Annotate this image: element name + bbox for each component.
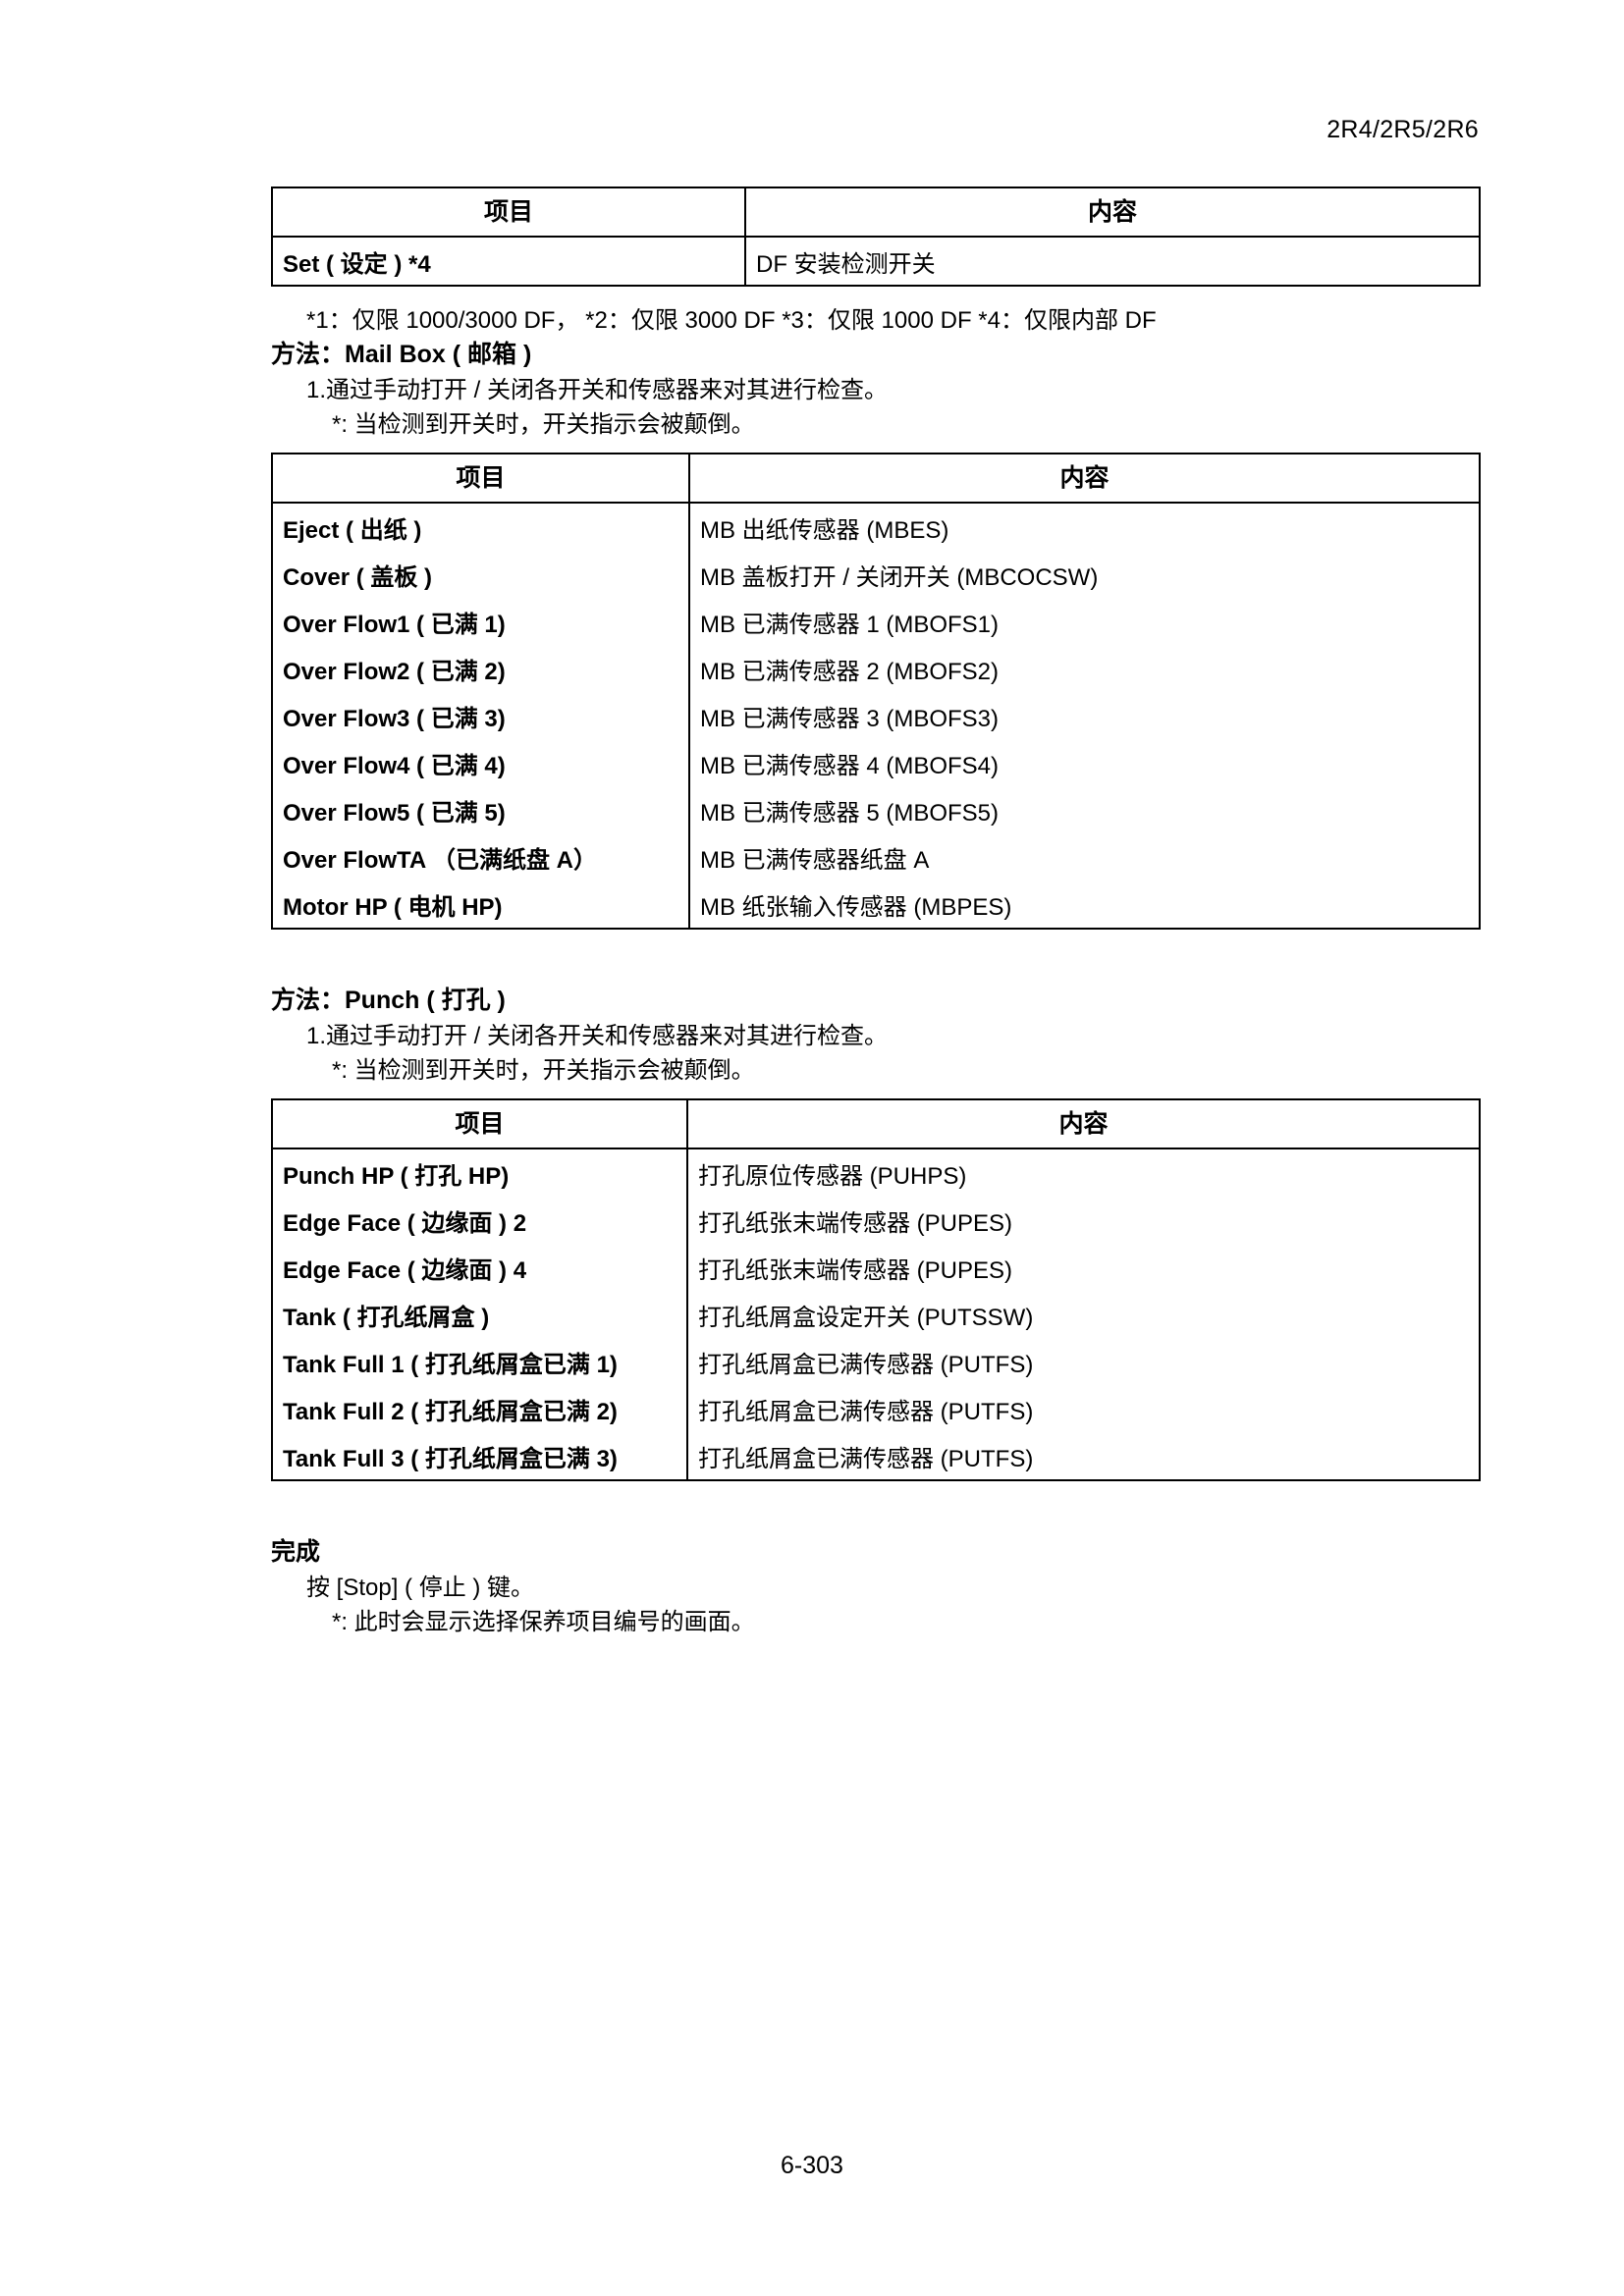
column-header-content: 内容: [686, 1099, 1480, 1149]
cell-item: Over Flow5 ( 已满 5): [283, 799, 506, 827]
cell-content: MB 已满传感器纸盘 A: [688, 833, 1480, 881]
punch-table: 项目 内容 Punch HP ( 打孔 HP) 打孔原位传感器 (PUHPS) …: [271, 1098, 1481, 1481]
table-row: Tank Full 2 ( 打孔纸屑盒已满 2) 打孔纸屑盒已满传感器 (PUT…: [272, 1385, 1480, 1432]
cell-content: 打孔纸张末端传感器 (PUPES): [686, 1197, 1480, 1244]
table-row: Punch HP ( 打孔 HP) 打孔原位传感器 (PUHPS): [272, 1148, 1480, 1197]
table-row: Over FlowTA （已满纸盘 A） MB 已满传感器纸盘 A: [272, 833, 1480, 881]
punch-note-line: *: 当检测到开关时，开关指示会被颠倒。: [332, 1057, 755, 1084]
set-table: 项目 内容 Set ( 设定 ) *4 DF 安装检测开关: [271, 187, 1481, 287]
cell-item: Over Flow3 ( 已满 3): [283, 705, 506, 732]
cell-item: Over FlowTA （已满纸盘 A）: [283, 846, 598, 874]
column-header-item: 项目: [272, 1099, 687, 1149]
cell-item: Edge Face ( 边缘面 ) 2: [283, 1209, 527, 1237]
cell-item: Tank Full 2 ( 打孔纸屑盒已满 2): [283, 1398, 618, 1425]
cell-content: 打孔纸屑盒已满传感器 (PUTFS): [686, 1432, 1480, 1480]
page-header-model-code: 2R4/2R5/2R6: [1326, 116, 1479, 143]
completion-note-line: *: 此时会显示选择保养项目编号的画面。: [332, 1609, 755, 1635]
table-row: Over Flow5 ( 已满 5) MB 已满传感器 5 (MBOFS5): [272, 786, 1480, 833]
mailbox-table: 项目 内容 Eject ( 出纸 ) MB 出纸传感器 (MBES) Cover…: [271, 453, 1481, 930]
cell-content: MB 纸张输入传感器 (MBPES): [688, 881, 1480, 929]
table-row: Edge Face ( 边缘面 ) 2 打孔纸张末端传感器 (PUPES): [272, 1197, 1480, 1244]
table-row: Tank Full 1 ( 打孔纸屑盒已满 1) 打孔纸屑盒已满传感器 (PUT…: [272, 1338, 1480, 1385]
table-row: Set ( 设定 ) *4 DF 安装检测开关: [272, 237, 1480, 286]
cell-item: Motor HP ( 电机 HP): [283, 893, 503, 921]
table-row: Tank Full 3 ( 打孔纸屑盒已满 3) 打孔纸屑盒已满传感器 (PUT…: [272, 1432, 1480, 1480]
mailbox-note-line: *: 当检测到开关时，开关指示会被颠倒。: [332, 411, 755, 438]
cell-content: 打孔纸屑盒已满传感器 (PUTFS): [686, 1385, 1480, 1432]
cell-item: Eject ( 出纸 ): [283, 516, 422, 544]
cell-content: MB 出纸传感器 (MBES): [688, 503, 1480, 551]
table-row: Cover ( 盖板 ) MB 盖板打开 / 关闭开关 (MBCOCSW): [272, 551, 1480, 598]
cell-content: 打孔纸屑盒设定开关 (PUTSSW): [686, 1291, 1480, 1338]
cell-item: Over Flow1 ( 已满 1): [283, 611, 506, 638]
table-header-row: 项目 内容: [272, 1099, 1480, 1149]
cell-item: Cover ( 盖板 ): [283, 563, 433, 591]
page-content: 项目 内容 Set ( 设定 ) *4 DF 安装检测开关 *1：仅限 1000…: [271, 187, 1481, 1636]
table-header-row: 项目 内容: [272, 187, 1480, 238]
table-row: Over Flow2 ( 已满 2) MB 已满传感器 2 (MBOFS2): [272, 645, 1480, 692]
mailbox-step-line: 1.通过手动打开 / 关闭各开关和传感器来对其进行检查。: [306, 377, 889, 403]
cell-item: Tank ( 打孔纸屑盒 ): [283, 1304, 490, 1331]
cell-content: MB 盖板打开 / 关闭开关 (MBCOCSW): [688, 551, 1480, 598]
cell-content: MB 已满传感器 4 (MBOFS4): [688, 739, 1480, 786]
punch-section-heading: 方法：Punch ( 打孔 ): [271, 987, 506, 1014]
column-header-item: 项目: [272, 454, 689, 504]
cell-content: DF 安装检测开关: [744, 237, 1480, 286]
page-number: 6-303: [781, 2152, 843, 2179]
cell-content: MB 已满传感器 5 (MBOFS5): [688, 786, 1480, 833]
mailbox-section-heading: 方法：Mail Box ( 邮箱 ): [271, 341, 532, 368]
column-header-content: 内容: [688, 454, 1480, 504]
completion-section-heading: 完成: [271, 1538, 321, 1566]
cell-content: MB 已满传感器 3 (MBOFS3): [688, 692, 1480, 739]
cell-item: Over Flow4 ( 已满 4): [283, 752, 506, 779]
cell-item: Over Flow2 ( 已满 2): [283, 658, 506, 685]
cell-content: 打孔纸屑盒已满传感器 (PUTFS): [686, 1338, 1480, 1385]
table-row: Over Flow3 ( 已满 3) MB 已满传感器 3 (MBOFS3): [272, 692, 1480, 739]
cell-item: Punch HP ( 打孔 HP): [283, 1162, 510, 1190]
column-header-content: 内容: [744, 187, 1480, 238]
column-header-item: 项目: [272, 187, 745, 238]
document-page: 2R4/2R5/2R6 项目 内容 Set ( 设定 ) *4 DF 安装检测开…: [0, 0, 1624, 2296]
cell-content: 打孔原位传感器 (PUHPS): [686, 1148, 1480, 1197]
cell-content: 打孔纸张末端传感器 (PUPES): [686, 1244, 1480, 1291]
table-row: Tank ( 打孔纸屑盒 ) 打孔纸屑盒设定开关 (PUTSSW): [272, 1291, 1480, 1338]
table-row: Over Flow4 ( 已满 4) MB 已满传感器 4 (MBOFS4): [272, 739, 1480, 786]
table-header-row: 项目 内容: [272, 454, 1480, 504]
cell-content: MB 已满传感器 2 (MBOFS2): [688, 645, 1480, 692]
table-row: Over Flow1 ( 已满 1) MB 已满传感器 1 (MBOFS1): [272, 598, 1480, 645]
punch-step-line: 1.通过手动打开 / 关闭各开关和传感器来对其进行检查。: [306, 1023, 889, 1049]
table-row: Edge Face ( 边缘面 ) 4 打孔纸张末端传感器 (PUPES): [272, 1244, 1480, 1291]
cell-item: Tank Full 1 ( 打孔纸屑盒已满 1): [283, 1351, 618, 1378]
cell-item: Tank Full 3 ( 打孔纸屑盒已满 3): [283, 1445, 618, 1472]
footnote-line: *1：仅限 1000/3000 DF， *2：仅限 3000 DF *3：仅限 …: [306, 307, 1157, 334]
table-row: Eject ( 出纸 ) MB 出纸传感器 (MBES): [272, 503, 1480, 551]
cell-content: MB 已满传感器 1 (MBOFS1): [688, 598, 1480, 645]
cell-item: Set ( 设定 ) *4: [283, 250, 431, 278]
table-row: Motor HP ( 电机 HP) MB 纸张输入传感器 (MBPES): [272, 881, 1480, 929]
completion-step-line: 按 [Stop] ( 停止 ) 键。: [306, 1575, 535, 1601]
cell-item: Edge Face ( 边缘面 ) 4: [283, 1256, 527, 1284]
